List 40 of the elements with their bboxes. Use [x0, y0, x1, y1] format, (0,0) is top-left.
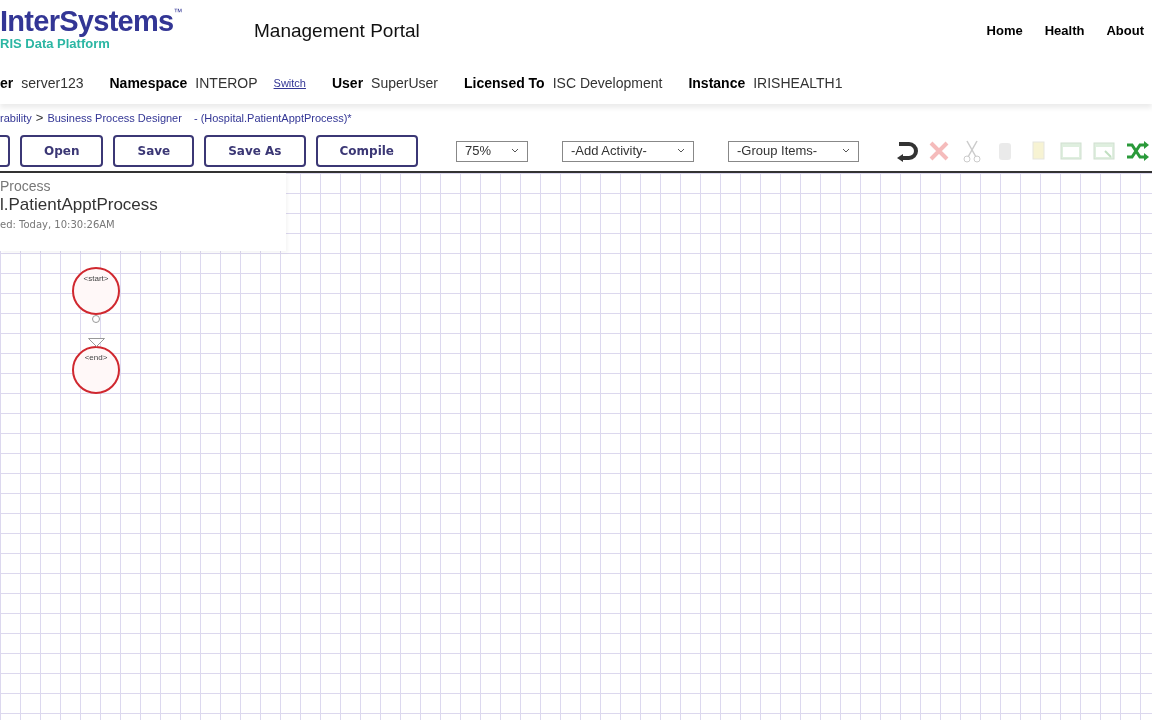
chevron-icon [511, 148, 519, 154]
toolbar-button[interactable]: Compile [315, 135, 418, 167]
toolbar-button[interactable]: Open [20, 135, 104, 167]
chevron-icon [842, 148, 850, 154]
info-label: Namespace [109, 73, 188, 93]
info-value: INTEROP [195, 73, 258, 93]
nav-link[interactable]: About [1106, 21, 1144, 41]
dropdown[interactable]: -Group Items- [728, 140, 859, 162]
breadcrumb-current: - (Hospital.PatientApptProcess)* [193, 110, 352, 126]
process-node: <end> [72, 346, 120, 394]
info-value: SuperUser [371, 73, 439, 93]
logo-subtitle: RIS Data Platform [0, 36, 110, 52]
info-value: server123 [21, 73, 84, 93]
nav-link[interactable]: Health [1044, 21, 1085, 41]
portal-title: Management Portal [254, 18, 420, 43]
breadcrumb-separator: > [35, 109, 44, 128]
process-name: l.PatientApptProcess [0, 195, 159, 215]
shuffle-icon[interactable] [1124, 139, 1150, 163]
breadcrumb-link[interactable]: Business Process Designer [47, 109, 182, 127]
breadcrumb-link[interactable]: rability [0, 109, 32, 127]
dropdown[interactable]: -Add Activity- [562, 140, 694, 162]
toolbar-button[interactable]: Save [113, 135, 195, 167]
modified-time: ed: Today, 10:30:26AM [0, 218, 116, 232]
info-label: er [0, 73, 14, 93]
cut-off-button[interactable] [0, 135, 10, 167]
info-label: Instance [688, 73, 746, 93]
process-type: Process [0, 177, 52, 195]
process-node: <start> [72, 267, 120, 315]
nav-link[interactable]: Home [986, 21, 1023, 41]
info-value: ISC Development [552, 73, 663, 93]
info-label: User [331, 73, 364, 93]
output-port [92, 315, 100, 323]
toolbar-button[interactable]: Save As [204, 135, 306, 167]
info-value: IRISHEALTH1 [753, 73, 843, 93]
switch-link[interactable]: Switch [273, 74, 306, 92]
logo: InterSystems [0, 6, 174, 36]
trademark: ™ [173, 6, 183, 19]
chevron-icon [677, 148, 685, 154]
info-label: Licensed To [464, 73, 545, 93]
dropdown[interactable]: 75% [456, 140, 528, 162]
